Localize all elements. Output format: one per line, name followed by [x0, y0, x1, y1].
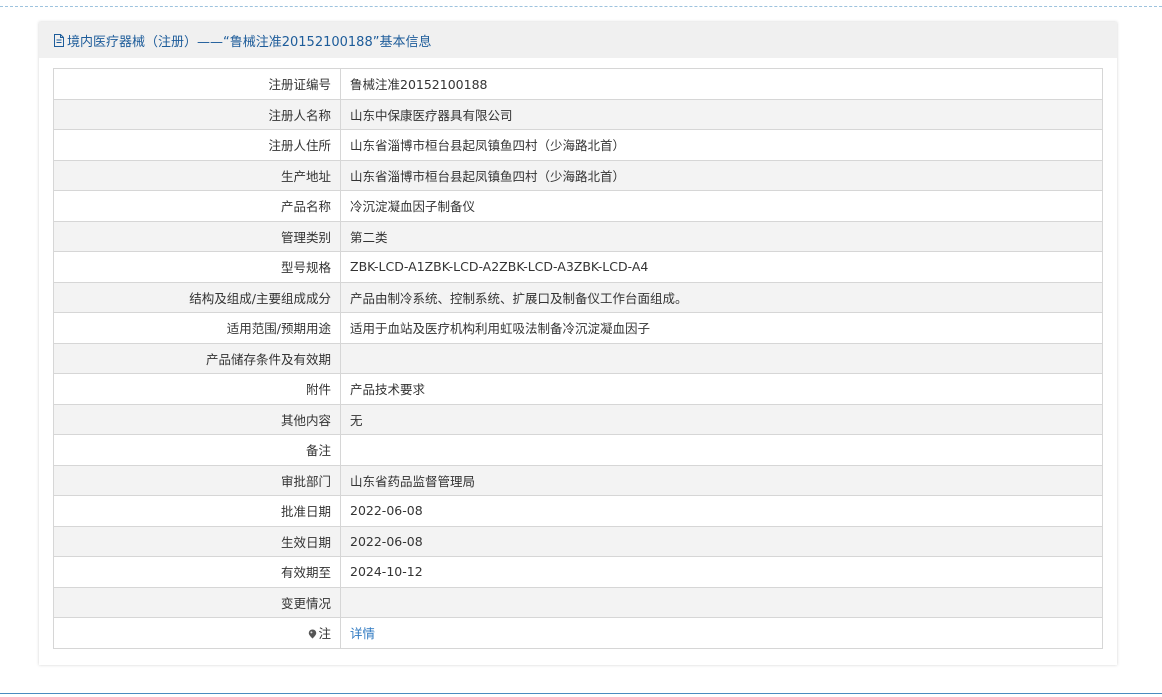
note-pin-icon — [309, 629, 317, 639]
table-row: 注册人名称 山东中保康医疗器具有限公司 — [53, 98, 1103, 130]
row-value: 产品技术要求 — [340, 373, 1103, 405]
row-label: 结构及组成/主要组成成分 — [53, 281, 341, 313]
document-icon — [54, 33, 64, 47]
note-value-cell: 详情 — [340, 617, 1103, 649]
row-label: 管理类别 — [53, 220, 341, 252]
table-row: 审批部门 山东省药品监督管理局 — [53, 464, 1103, 496]
table-row: 结构及组成/主要组成成分 产品由制冷系统、控制系统、扩展口及制备仪工作台面组成。 — [53, 281, 1103, 313]
table-row: 生产地址 山东省淄博市桓台县起凤镇鱼四村（少海路北首） — [53, 159, 1103, 191]
row-value: 适用于血站及医疗机构利用虹吸法制备冷沉淀凝血因子 — [340, 312, 1103, 344]
row-value: 鲁械注准20152100188 — [340, 68, 1103, 100]
table-row: 注册证编号 鲁械注准20152100188 — [53, 68, 1103, 100]
table-row: 变更情况 — [53, 586, 1103, 618]
row-label: 生产地址 — [53, 159, 341, 191]
row-value: 无 — [340, 403, 1103, 435]
info-table: 注册证编号 鲁械注准20152100188 注册人名称 山东中保康医疗器具有限公… — [53, 68, 1103, 649]
row-label: 生效日期 — [53, 525, 341, 557]
table-row: 附件 产品技术要求 — [53, 373, 1103, 405]
info-table-body: 注册证编号 鲁械注准20152100188 注册人名称 山东中保康医疗器具有限公… — [53, 68, 1103, 649]
row-label: 附件 — [53, 373, 341, 405]
table-row: 注册人住所 山东省淄博市桓台县起凤镇鱼四村（少海路北首） — [53, 129, 1103, 161]
row-label: 批准日期 — [53, 495, 341, 527]
table-row: 适用范围/预期用途 适用于血站及医疗机构利用虹吸法制备冷沉淀凝血因子 — [53, 312, 1103, 344]
table-row: 有效期至 2024-10-12 — [53, 556, 1103, 588]
note-row: 注 详情 — [53, 617, 1103, 649]
row-label: 注册人名称 — [53, 98, 341, 130]
row-value: 产品由制冷系统、控制系统、扩展口及制备仪工作台面组成。 — [340, 281, 1103, 313]
top-dashed-divider — [0, 6, 1162, 7]
table-row: 型号规格 ZBK-LCD-A1ZBK-LCD-A2ZBK-LCD-A3ZBK-L… — [53, 251, 1103, 283]
row-value — [340, 342, 1103, 374]
row-value: 山东中保康医疗器具有限公司 — [340, 98, 1103, 130]
table-row: 产品储存条件及有效期 — [53, 342, 1103, 374]
row-value: ZBK-LCD-A1ZBK-LCD-A2ZBK-LCD-A3ZBK-LCD-A4 — [340, 251, 1103, 283]
row-value — [340, 586, 1103, 618]
row-label: 其他内容 — [53, 403, 341, 435]
row-label: 审批部门 — [53, 464, 341, 496]
row-label: 有效期至 — [53, 556, 341, 588]
table-row: 生效日期 2022-06-08 — [53, 525, 1103, 557]
row-value: 山东省淄博市桓台县起凤镇鱼四村（少海路北首） — [340, 159, 1103, 191]
note-label: 注 — [318, 626, 331, 642]
row-label: 注册证编号 — [53, 68, 341, 100]
panel-title: 境内医疗器械（注册）——“鲁械注准20152100188”基本信息 — [67, 34, 432, 50]
row-label: 变更情况 — [53, 586, 341, 618]
table-row: 管理类别 第二类 — [53, 220, 1103, 252]
note-label-cell: 注 — [53, 617, 341, 649]
row-value: 2022-06-08 — [340, 495, 1103, 527]
details-link[interactable]: 详情 — [350, 626, 375, 641]
row-value: 2022-06-08 — [340, 525, 1103, 557]
bottom-divider — [0, 693, 1162, 694]
row-value: 第二类 — [340, 220, 1103, 252]
row-label: 型号规格 — [53, 251, 341, 283]
row-value: 山东省药品监督管理局 — [340, 464, 1103, 496]
table-row: 产品名称 冷沉淀凝血因子制备仪 — [53, 190, 1103, 222]
row-value: 2024-10-12 — [340, 556, 1103, 588]
row-label: 适用范围/预期用途 — [53, 312, 341, 344]
row-label: 备注 — [53, 434, 341, 466]
row-value — [340, 434, 1103, 466]
row-value: 山东省淄博市桓台县起凤镇鱼四村（少海路北首） — [340, 129, 1103, 161]
table-row: 批准日期 2022-06-08 — [53, 495, 1103, 527]
row-label: 注册人住所 — [53, 129, 341, 161]
row-label: 产品储存条件及有效期 — [53, 342, 341, 374]
basic-info-panel: 境内医疗器械（注册）——“鲁械注准20152100188”基本信息 注册证编号 … — [39, 22, 1117, 665]
panel-header: 境内医疗器械（注册）——“鲁械注准20152100188”基本信息 — [39, 22, 1117, 58]
table-row: 其他内容 无 — [53, 403, 1103, 435]
row-value: 冷沉淀凝血因子制备仪 — [340, 190, 1103, 222]
table-row: 备注 — [53, 434, 1103, 466]
row-label: 产品名称 — [53, 190, 341, 222]
